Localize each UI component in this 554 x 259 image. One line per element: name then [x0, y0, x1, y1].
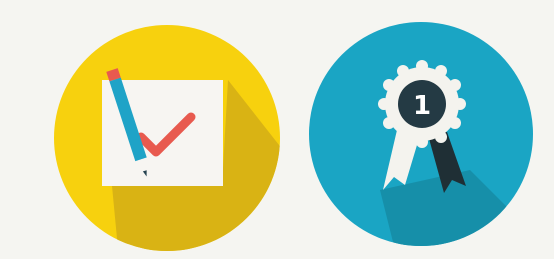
badge-number: 1 — [413, 91, 431, 121]
icons-svg: 1 — [54, 22, 533, 251]
award-ribbon-icon: 1 — [309, 22, 533, 246]
checklist-icon — [54, 25, 280, 251]
icons-canvas: 1 — [0, 0, 554, 259]
